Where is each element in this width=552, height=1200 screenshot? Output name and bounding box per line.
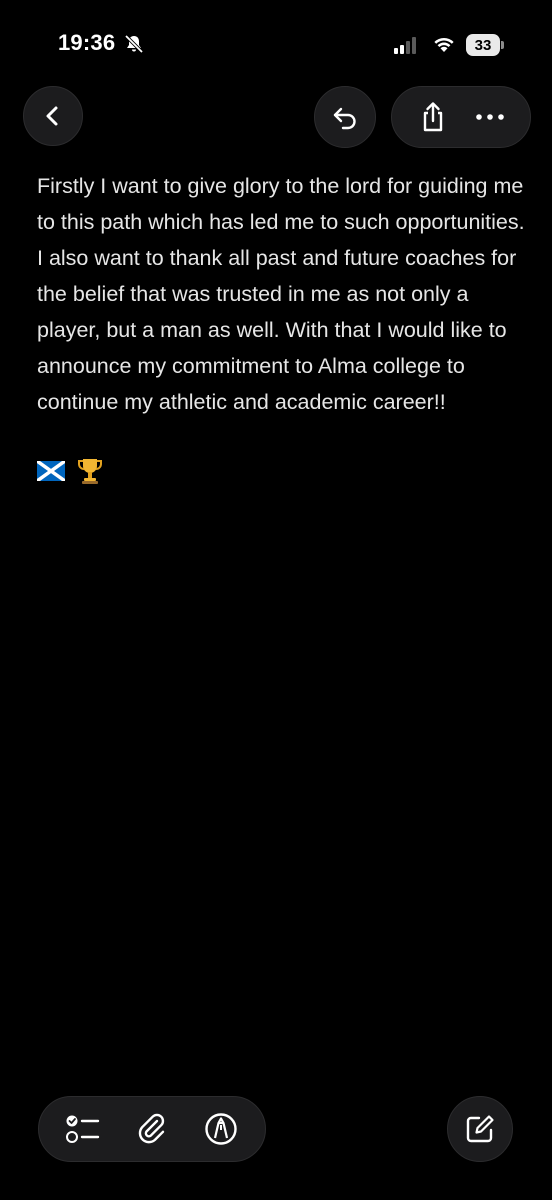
share-icon <box>423 102 442 132</box>
note-actions-group <box>391 86 531 148</box>
attachment-button[interactable] <box>127 1104 177 1154</box>
cellular-signal-icon <box>394 37 416 54</box>
markup-pen-icon <box>204 1113 237 1145</box>
trophy-icon <box>78 459 102 484</box>
share-button[interactable] <box>409 93 457 141</box>
more-button[interactable] <box>466 93 514 141</box>
more-icon <box>475 114 504 120</box>
bottom-toolbar <box>38 1096 266 1162</box>
checklist-icon <box>66 1115 100 1143</box>
compose-button[interactable] <box>447 1096 513 1162</box>
battery-level: 33 <box>466 34 500 56</box>
wifi-icon <box>434 37 454 52</box>
battery-tip <box>501 41 504 49</box>
chevron-left-icon <box>46 106 58 126</box>
note-emojis <box>37 456 103 486</box>
battery-icon: 33 <box>466 34 504 56</box>
markup-button[interactable] <box>196 1104 246 1154</box>
status-time: 19:36 <box>58 30 116 55</box>
back-button[interactable] <box>23 86 83 146</box>
compose-icon <box>466 1115 494 1143</box>
home-indicator[interactable] <box>186 1186 366 1192</box>
scotland-flag-icon <box>37 461 65 481</box>
undo-button[interactable] <box>314 86 376 148</box>
checklist-button[interactable] <box>58 1104 108 1154</box>
note-body-text[interactable]: Firstly I want to give glory to the lord… <box>37 168 527 420</box>
bell-slash-icon <box>124 34 144 54</box>
undo-icon <box>333 107 356 130</box>
status-bar: 19:36 33 <box>0 0 552 80</box>
paperclip-icon <box>138 1113 165 1144</box>
